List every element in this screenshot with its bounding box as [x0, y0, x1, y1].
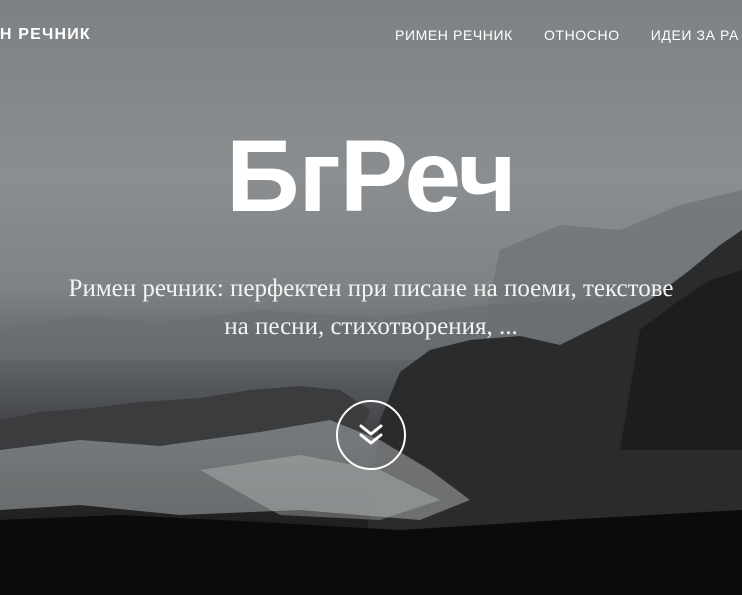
hero-title: БгРеч	[226, 119, 517, 233]
scroll-down-button[interactable]	[336, 400, 406, 470]
hero-subtitle-line-2: на песни, стихотворения, ...	[224, 313, 518, 340]
site-brand-link[interactable]: ЕН РЕЧНИК	[0, 26, 91, 44]
hero-subtitle-line-1: Римен речник: перфектен при писане на по…	[68, 275, 674, 302]
main-nav: РИМЕН РЕЧНИК ОТНОСНО ИДЕИ ЗА РА	[395, 27, 739, 43]
nav-link-ideas[interactable]: ИДЕИ ЗА РА	[651, 27, 739, 43]
hero-subtitle: Римен речник: перфектен при писане на по…	[0, 270, 742, 346]
double-chevron-down-icon	[359, 424, 383, 445]
nav-link-rhyme-dictionary[interactable]: РИМЕН РЕЧНИК	[395, 27, 513, 43]
nav-link-about[interactable]: ОТНОСНО	[544, 27, 620, 43]
